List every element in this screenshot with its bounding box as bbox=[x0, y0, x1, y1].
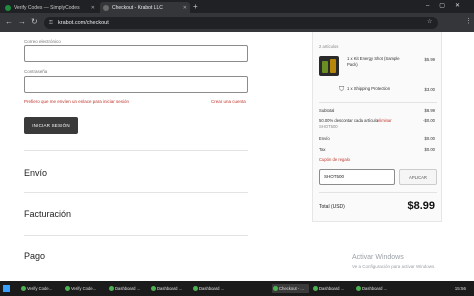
item-name: 1 x Shipping Protection bbox=[347, 86, 391, 91]
payment-section-title[interactable]: Pago bbox=[24, 251, 45, 261]
taskbar-item-label: Dashboard ... bbox=[157, 286, 183, 291]
total-value: $8.99 bbox=[407, 200, 435, 212]
tab-verify-codes[interactable]: Verify Codes — SimplyCodes ✕ bbox=[2, 2, 98, 13]
taskbar-item-active[interactable]: Checkout - ... bbox=[272, 284, 309, 293]
gift-coupon-link[interactable]: Cupón de regalo bbox=[319, 157, 350, 162]
password-field[interactable] bbox=[24, 76, 248, 93]
divider bbox=[24, 235, 248, 236]
order-summary: 2 artículos 1 x Kit Energy Shot (Sample … bbox=[312, 32, 442, 222]
divider bbox=[24, 150, 248, 151]
activate-windows-title: Activar Windows bbox=[352, 254, 404, 261]
tax-label: Tax bbox=[319, 147, 326, 152]
taskbar-item-label: Dashboard ... bbox=[362, 286, 388, 291]
divider bbox=[319, 192, 437, 193]
subtotal-label: Subtotal bbox=[319, 108, 335, 113]
total-label: Total (USD) bbox=[319, 204, 345, 210]
create-account-link[interactable]: Crear una cuenta bbox=[211, 99, 246, 104]
windows-taskbar: Verify Code... Verify Code... Dashboard … bbox=[0, 281, 474, 296]
tab-title: Checkout - Krabot LLC bbox=[112, 4, 163, 11]
chrome-icon bbox=[193, 286, 198, 291]
taskbar-item[interactable]: Dashboard ... bbox=[108, 284, 145, 293]
magic-link[interactable]: Prefiero que me envíen un enlace para in… bbox=[24, 99, 129, 104]
address-bar-row: ← → ↻ ⚿ krabot.com/checkout ☆ ⋮ bbox=[0, 13, 474, 32]
reload-icon[interactable]: ↻ bbox=[31, 17, 38, 26]
divider bbox=[24, 192, 248, 193]
chrome-icon bbox=[65, 286, 70, 291]
item-name: 1 x Kit Energy Shot (Sample Pack) bbox=[347, 56, 400, 67]
taskbar-item-label: Dashboard ... bbox=[319, 286, 345, 291]
email-label: Correo electrónico bbox=[24, 39, 61, 44]
discount-label: 50.00% descontar cada artículo bbox=[319, 118, 378, 123]
new-tab-icon[interactable]: + bbox=[193, 2, 198, 11]
apply-coupon-button[interactable]: APLICAR bbox=[399, 169, 437, 185]
windows-start-icon[interactable] bbox=[3, 285, 10, 292]
taskbar-item[interactable]: Dashboard ... bbox=[355, 284, 392, 293]
chrome-icon bbox=[356, 286, 361, 291]
tax-value: $0.00 bbox=[424, 147, 435, 152]
taskbar-item[interactable]: Dashboard ... bbox=[150, 284, 187, 293]
taskbar-item-label: Verify Code... bbox=[27, 286, 53, 291]
billing-section-title[interactable]: Facturación bbox=[24, 209, 71, 219]
login-button[interactable]: INICIAR SESIÓN bbox=[24, 117, 78, 134]
taskbar-item[interactable]: Dashboard ... bbox=[312, 284, 349, 293]
subtotal-value: $8.99 bbox=[424, 108, 435, 113]
site-info-icon[interactable]: ⚿ bbox=[49, 17, 53, 29]
taskbar-clock[interactable]: 15:56 bbox=[455, 286, 466, 291]
taskbar-item[interactable]: Verify Code... bbox=[64, 284, 101, 293]
taskbar-item-label: Checkout - ... bbox=[279, 286, 304, 291]
remove-discount-link[interactable]: eliminar bbox=[377, 118, 392, 123]
taskbar-item[interactable]: Verify Code... bbox=[20, 284, 57, 293]
krabot-favicon-icon bbox=[103, 4, 109, 11]
page-bottom bbox=[0, 269, 474, 281]
checkout-page: Correo electrónico Contraseña Prefiero q… bbox=[0, 32, 474, 269]
coupon-input[interactable]: SHOT500 bbox=[319, 169, 395, 185]
shipping-label: Envío bbox=[319, 136, 330, 141]
simplycodes-favicon-icon bbox=[5, 4, 11, 11]
discount-value: -$0.00 bbox=[423, 118, 435, 123]
taskbar-item[interactable]: Dashboard ... bbox=[192, 284, 229, 293]
back-icon[interactable]: ← bbox=[5, 17, 13, 26]
divider bbox=[319, 102, 437, 103]
chrome-icon bbox=[313, 286, 318, 291]
url-text: krabot.com/checkout bbox=[58, 20, 109, 26]
shipping-section-title[interactable]: Envío bbox=[24, 168, 47, 178]
taskbar-item-label: Dashboard ... bbox=[199, 286, 225, 291]
taskbar-item-label: Dashboard ... bbox=[115, 286, 141, 291]
shipping-value: $0.00 bbox=[424, 136, 435, 141]
taskbar-item-label: Verify Code... bbox=[71, 286, 97, 291]
window-controls[interactable]: –▢✕ bbox=[426, 2, 470, 9]
close-tab-icon[interactable]: ✕ bbox=[183, 5, 187, 11]
password-label: Contraseña bbox=[24, 69, 48, 74]
bookmark-star-icon[interactable]: ☆ bbox=[427, 18, 432, 25]
can-graphic bbox=[330, 59, 336, 73]
chrome-icon bbox=[151, 286, 156, 291]
tab-title: Verify Codes — SimplyCodes bbox=[14, 4, 80, 11]
item-count: 2 artículos bbox=[319, 44, 339, 49]
product-image bbox=[319, 56, 339, 76]
forward-icon[interactable]: → bbox=[18, 17, 26, 26]
chrome-icon bbox=[273, 286, 278, 291]
discount-code: SHOT500 bbox=[319, 124, 338, 129]
chrome-icon bbox=[109, 286, 114, 291]
tab-checkout[interactable]: Checkout - Krabot LLC ✕ bbox=[100, 2, 190, 13]
item-price: $3.00 bbox=[424, 87, 435, 92]
browser-tab-strip: Verify Codes — SimplyCodes ✕ Checkout - … bbox=[0, 0, 474, 13]
shipping-protection-icon: ⛉ bbox=[339, 86, 345, 93]
close-tab-icon[interactable]: ✕ bbox=[91, 5, 95, 11]
email-field[interactable] bbox=[24, 45, 248, 62]
browser-menu-icon[interactable]: ⋮ bbox=[465, 17, 472, 25]
can-graphic bbox=[322, 61, 328, 73]
item-price: $5.99 bbox=[424, 57, 435, 62]
url-bar[interactable]: ⚿ krabot.com/checkout bbox=[44, 17, 438, 29]
chrome-icon bbox=[21, 286, 26, 291]
